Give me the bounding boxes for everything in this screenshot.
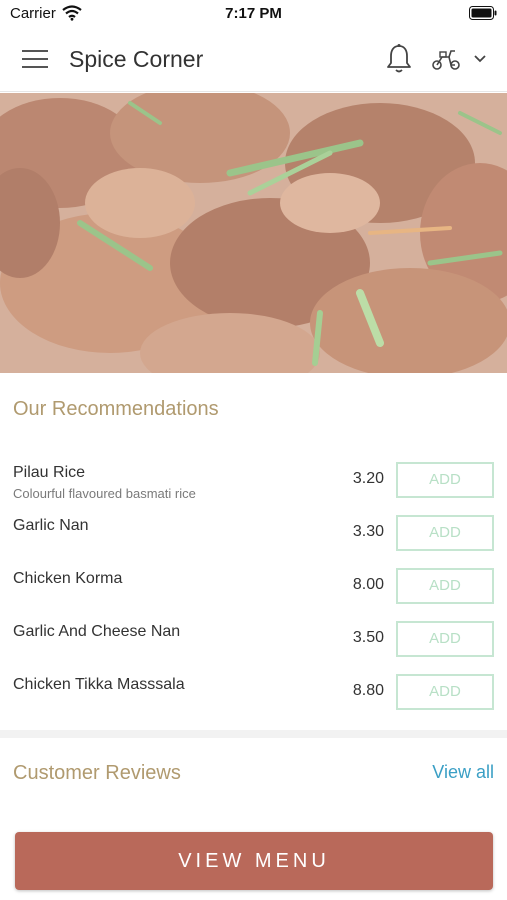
status-time: 7:17 PM [225,5,282,22]
item-name: Garlic Nan [13,517,89,534]
add-button[interactable]: ADD [396,462,494,498]
item-price: 8.00 [352,576,384,593]
status-bar: Carrier 7:17 PM [0,0,507,28]
chevron-down-icon[interactable] [473,53,487,65]
list-item: Garlic Nan 3.30 ADD [0,513,507,566]
item-name: Chicken Tikka Masssala [13,676,185,693]
app-header: Spice Corner [0,28,507,92]
list-item: Chicken Korma 8.00 ADD [0,566,507,619]
add-button[interactable]: ADD [396,515,494,551]
hero-food-image [0,93,507,373]
scooter-icon[interactable] [431,47,461,71]
reviews-title: Customer Reviews [13,762,181,784]
add-button[interactable]: ADD [396,674,494,710]
bell-icon[interactable] [385,43,413,75]
recommendations-list: Pilau Rice Colourful flavoured basmati r… [0,460,507,725]
item-price: 3.20 [352,470,384,487]
battery-icon [469,6,497,20]
view-all-reviews-link[interactable]: View all [432,762,494,783]
item-name: Chicken Korma [13,570,123,587]
item-name: Pilau Rice [13,464,86,481]
item-price: 3.50 [352,629,384,646]
add-button[interactable]: ADD [396,568,494,604]
add-button[interactable]: ADD [396,621,494,657]
list-item: Chicken Tikka Masssala 8.80 ADD [0,672,507,725]
item-description: Colourful flavoured basmati rice [13,486,196,501]
item-name: Garlic And Cheese Nan [13,623,181,640]
list-item: Garlic And Cheese Nan 3.50 ADD [0,619,507,672]
food-photo [0,93,507,373]
section-divider [0,730,507,738]
recommendations-title: Our Recommendations [13,398,219,420]
view-menu-button[interactable]: VIEW MENU [15,832,493,890]
item-price: 8.80 [352,682,384,699]
hamburger-menu-icon[interactable] [22,48,48,70]
item-price: 3.30 [352,523,384,540]
list-item: Pilau Rice Colourful flavoured basmati r… [0,460,507,513]
restaurant-title: Spice Corner [69,46,204,72]
